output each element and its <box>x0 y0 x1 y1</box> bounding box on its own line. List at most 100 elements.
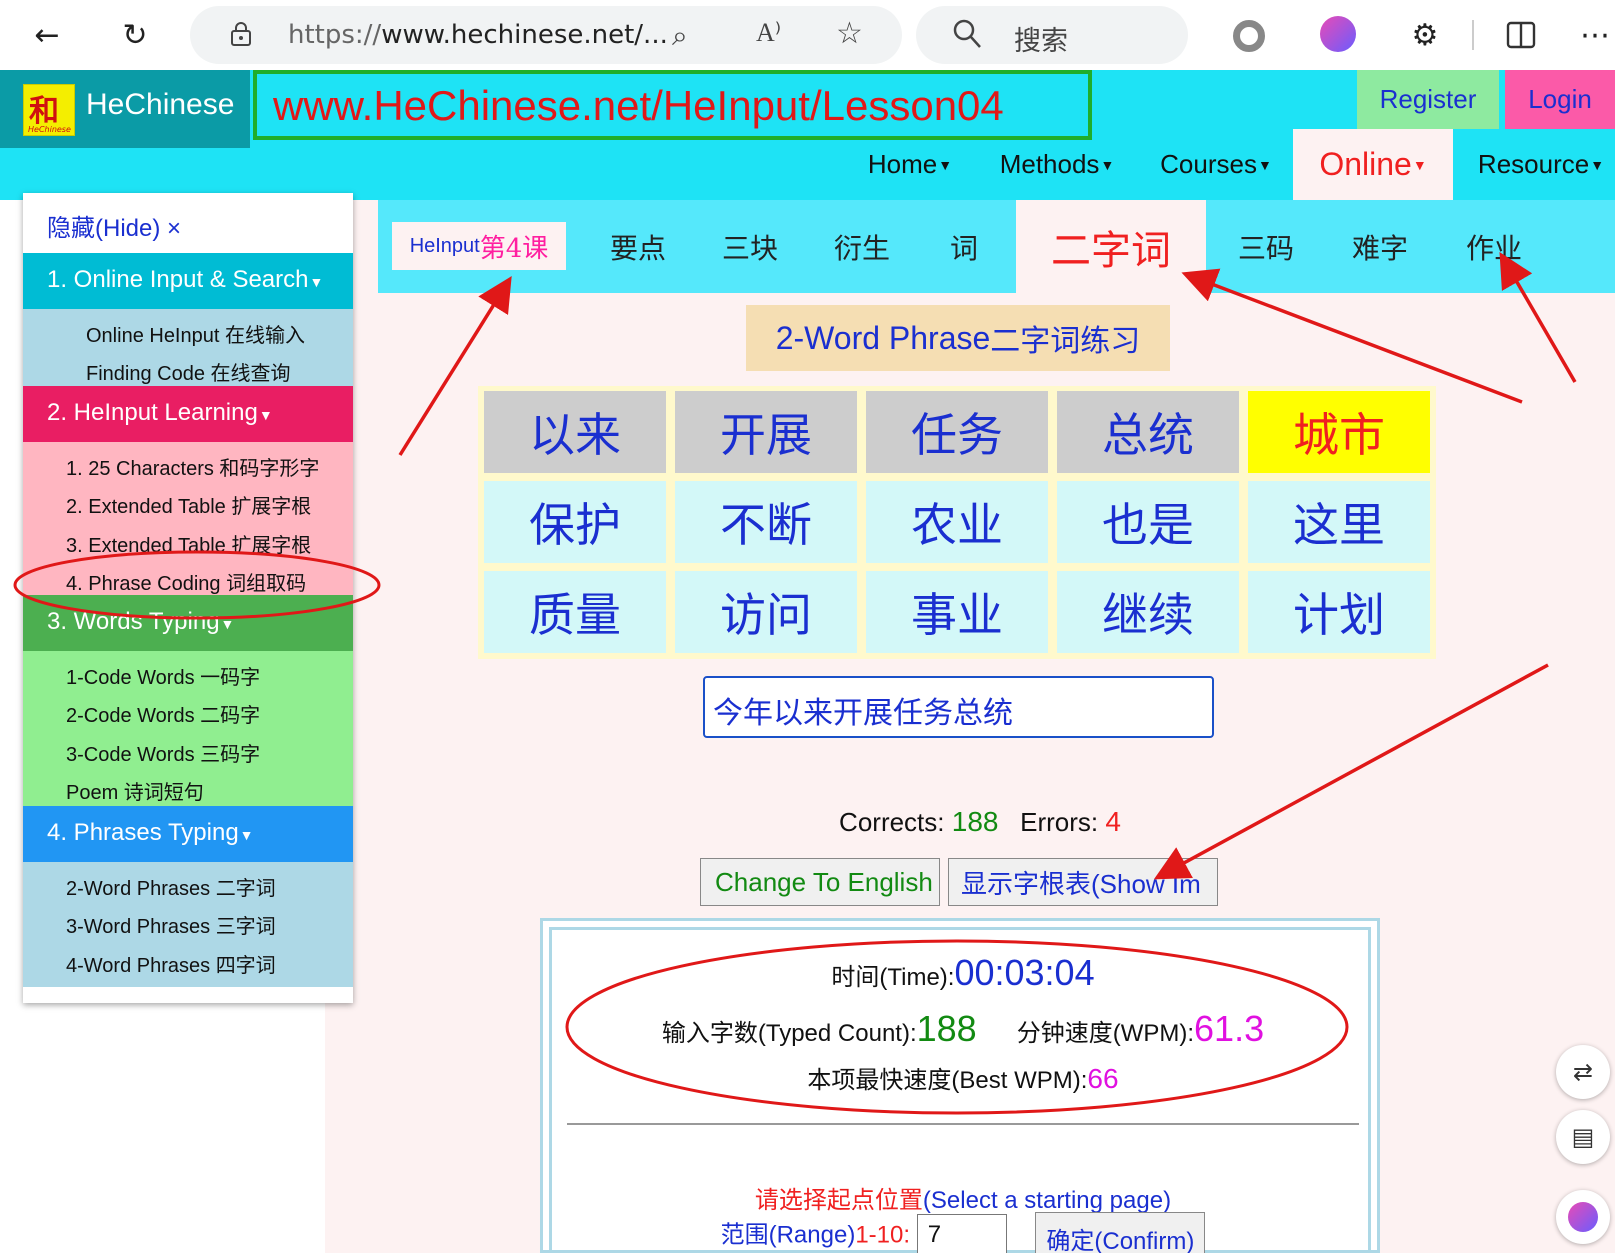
logo-area[interactable]: 和 HeChinese HeChinese <box>0 70 250 148</box>
best-row: 本项最快速度(Best WPM):66 <box>552 1060 1374 1095</box>
caret-down-icon: ▼ <box>220 616 235 632</box>
phrase-cell: 开展 <box>675 391 857 473</box>
sidebar-item-finding-code[interactable]: Finding Code 在线查询 <box>23 357 353 386</box>
lesson-tabs: HeInput 第4课 要点 三块 衍生 词 二字词 三码 难字 作业 <box>378 200 1615 293</box>
lock-icon[interactable] <box>230 21 252 47</box>
phrase-cell: 访问 <box>675 571 857 653</box>
errors-label: Errors: <box>1020 807 1099 837</box>
phrase-cell: 质量 <box>484 571 666 653</box>
login-button[interactable]: Login <box>1505 70 1615 129</box>
reading-mode-icon[interactable]: ▤ <box>1556 1110 1610 1164</box>
sidebar-item-phrase-coding[interactable]: 4. Phrase Coding 词组取码 <box>23 567 353 596</box>
phrase-cell: 任务 <box>866 391 1048 473</box>
phrase-cell: 继续 <box>1057 571 1239 653</box>
timer-panel-inner: 时间(Time):00:03:04 输入字数(Typed Count):188 … <box>549 927 1371 1253</box>
phrase-cell: 不断 <box>675 481 857 563</box>
caret-down-icon: ▼ <box>1590 156 1605 173</box>
tab-derivation[interactable]: 衍生 <box>822 200 902 293</box>
select-start-en: (Select a starting page) <box>922 1187 1172 1214</box>
sidebar-section-words-typing[interactable]: 3. Words Typing▼ <box>23 595 353 651</box>
zoom-out-icon[interactable]: ⌕ <box>672 19 688 53</box>
caret-down-icon: ▼ <box>309 274 324 290</box>
change-to-english-button[interactable]: Change To English <box>700 858 940 906</box>
hechinese-logo[interactable]: 和 HeChinese <box>23 84 75 136</box>
tab-three-blocks[interactable]: 三块 <box>710 200 790 293</box>
toolbar-divider <box>1472 20 1474 50</box>
copilot-icon[interactable] <box>1556 1190 1610 1244</box>
confirm-button[interactable]: 确定(Confirm) <box>1035 1212 1206 1253</box>
sidebar-section-online-input[interactable]: 1. Online Input & Search▼ <box>23 253 353 309</box>
more-menu-icon[interactable]: ⋯ <box>1580 12 1610 58</box>
sidebar-hide-button[interactable]: 隐藏(Hide) × <box>23 193 353 253</box>
caret-down-icon: ▼ <box>1100 156 1115 173</box>
best-wpm-label: 本项最快速度(Best WPM): <box>807 1067 1088 1094</box>
phrase-cell: 这里 <box>1248 481 1430 563</box>
time-row: 时间(Time):00:03:04 <box>552 952 1374 994</box>
tab-three-codes[interactable]: 三码 <box>1226 200 1306 293</box>
sidebar-group-learning: 1. 25 Characters 和码字形字 2. Extended Table… <box>23 442 353 595</box>
nav-resource[interactable]: Resource ▼ <box>1470 129 1612 200</box>
sidebar-item-3-word-phrases[interactable]: 3-Word Phrases 三字词 <box>23 910 353 939</box>
register-button[interactable]: Register <box>1357 70 1499 129</box>
typed-count-value: 188 <box>916 1008 977 1049</box>
sidebar-item-25-characters[interactable]: 1. 25 Characters 和码字形字 <box>23 452 353 481</box>
sidebar-item-2-code-words[interactable]: 2-Code Words 二码字 <box>23 699 353 728</box>
start-page-input[interactable]: 7 <box>916 1214 1007 1253</box>
range-value: 1-10: <box>855 1221 911 1249</box>
back-arrow-icon[interactable]: ← <box>24 12 70 58</box>
search-box[interactable]: 搜索 <box>916 6 1188 64</box>
browser-toolbar: ← ↻ https://www.hechinese.net/... ⌕ A⁾ ☆… <box>0 0 1615 70</box>
typing-input[interactable]: 今年以来开展任务总统 <box>703 676 1214 738</box>
tab-lesson-4[interactable]: HeInput 第4课 <box>392 222 566 270</box>
nav-home[interactable]: Home ▼ <box>858 129 962 200</box>
url-text[interactable]: https://www.hechinese.net/... <box>288 20 668 50</box>
read-aloud-icon[interactable]: A⁾ <box>756 18 781 48</box>
tab-words[interactable]: 词 <box>934 200 994 293</box>
sidebar-item-extended-table-2[interactable]: 3. Extended Table 扩展字根 <box>23 529 353 558</box>
sidebar-item-1-code-words[interactable]: 1-Code Words 一码字 <box>23 661 353 690</box>
extensions-puzzle-icon[interactable]: ⚙ <box>1402 12 1448 58</box>
tab-homework[interactable]: 作业 <box>1454 200 1534 293</box>
sidebar-item-3-code-words[interactable]: 3-Code Words 三码字 <box>23 738 353 767</box>
search-icon <box>952 18 982 54</box>
translate-icon[interactable]: ⇄ <box>1556 1045 1610 1099</box>
sidebar-item-online-heinput[interactable]: Online HeInput 在线输入 <box>23 319 353 348</box>
nav-methods[interactable]: Methods ▼ <box>992 129 1122 200</box>
site-header: 和 HeChinese HeChinese www.HeChinese.net/… <box>0 70 1615 200</box>
favorite-star-icon[interactable]: ☆ <box>836 16 863 51</box>
refresh-icon[interactable]: ↻ <box>112 12 158 58</box>
sidebar-item-poem[interactable]: Poem 诗词短句 <box>23 776 353 805</box>
brain-extension-icon[interactable] <box>1320 16 1356 52</box>
time-value: 00:03:04 <box>954 952 1095 993</box>
phrase-cell: 总统 <box>1057 391 1239 473</box>
phrase-cell: 事业 <box>866 571 1048 653</box>
brand-name[interactable]: HeChinese <box>86 88 234 122</box>
split-screen-icon[interactable] <box>1498 12 1544 58</box>
nav-online[interactable]: Online ▼ <box>1293 129 1453 200</box>
tab-two-word-phrases[interactable]: 二字词 <box>1016 200 1206 293</box>
record-icon[interactable] <box>1233 20 1265 52</box>
phrase-cell: 以来 <box>484 391 666 473</box>
practice-title: 2-Word Phrase 二字词练习 <box>746 305 1170 371</box>
wpm-value: 61.3 <box>1194 1008 1265 1049</box>
phrase-cell: 计划 <box>1248 571 1430 653</box>
show-radical-table-button[interactable]: 显示字根表(Show Im <box>948 858 1218 906</box>
corrects-label: Corrects: <box>839 807 945 837</box>
tab-key-points[interactable]: 要点 <box>598 200 678 293</box>
tab-hard-chars[interactable]: 难字 <box>1340 200 1420 293</box>
address-bar[interactable]: https://www.hechinese.net/... ⌕ A⁾ ☆ <box>190 6 902 64</box>
best-wpm-value: 66 <box>1087 1063 1119 1094</box>
copilot-brain-icon <box>1568 1202 1598 1232</box>
nav-courses[interactable]: Courses ▼ <box>1156 129 1276 200</box>
sidebar-group-phrases: 2-Word Phrases 二字词 3-Word Phrases 三字词 4-… <box>23 862 353 987</box>
corrects-count: 188 <box>951 806 999 837</box>
sidebar-group-words: 1-Code Words 一码字 2-Code Words 二码字 3-Code… <box>23 651 353 806</box>
divider <box>567 1123 1359 1125</box>
phrase-cell: 也是 <box>1057 481 1239 563</box>
timer-panel: 时间(Time):00:03:04 输入字数(Typed Count):188 … <box>540 918 1380 1253</box>
logo-subtext: HeChinese <box>28 125 71 134</box>
sidebar-item-2-word-phrases[interactable]: 2-Word Phrases 二字词 <box>23 872 353 901</box>
sidebar-item-4-word-phrases[interactable]: 4-Word Phrases 四字词 <box>23 949 353 978</box>
sidebar-item-extended-table-1[interactable]: 2. Extended Table 扩展字根 <box>23 490 353 519</box>
sidebar-section-heinput-learning[interactable]: 2. HeInput Learning▼ <box>23 386 353 442</box>
